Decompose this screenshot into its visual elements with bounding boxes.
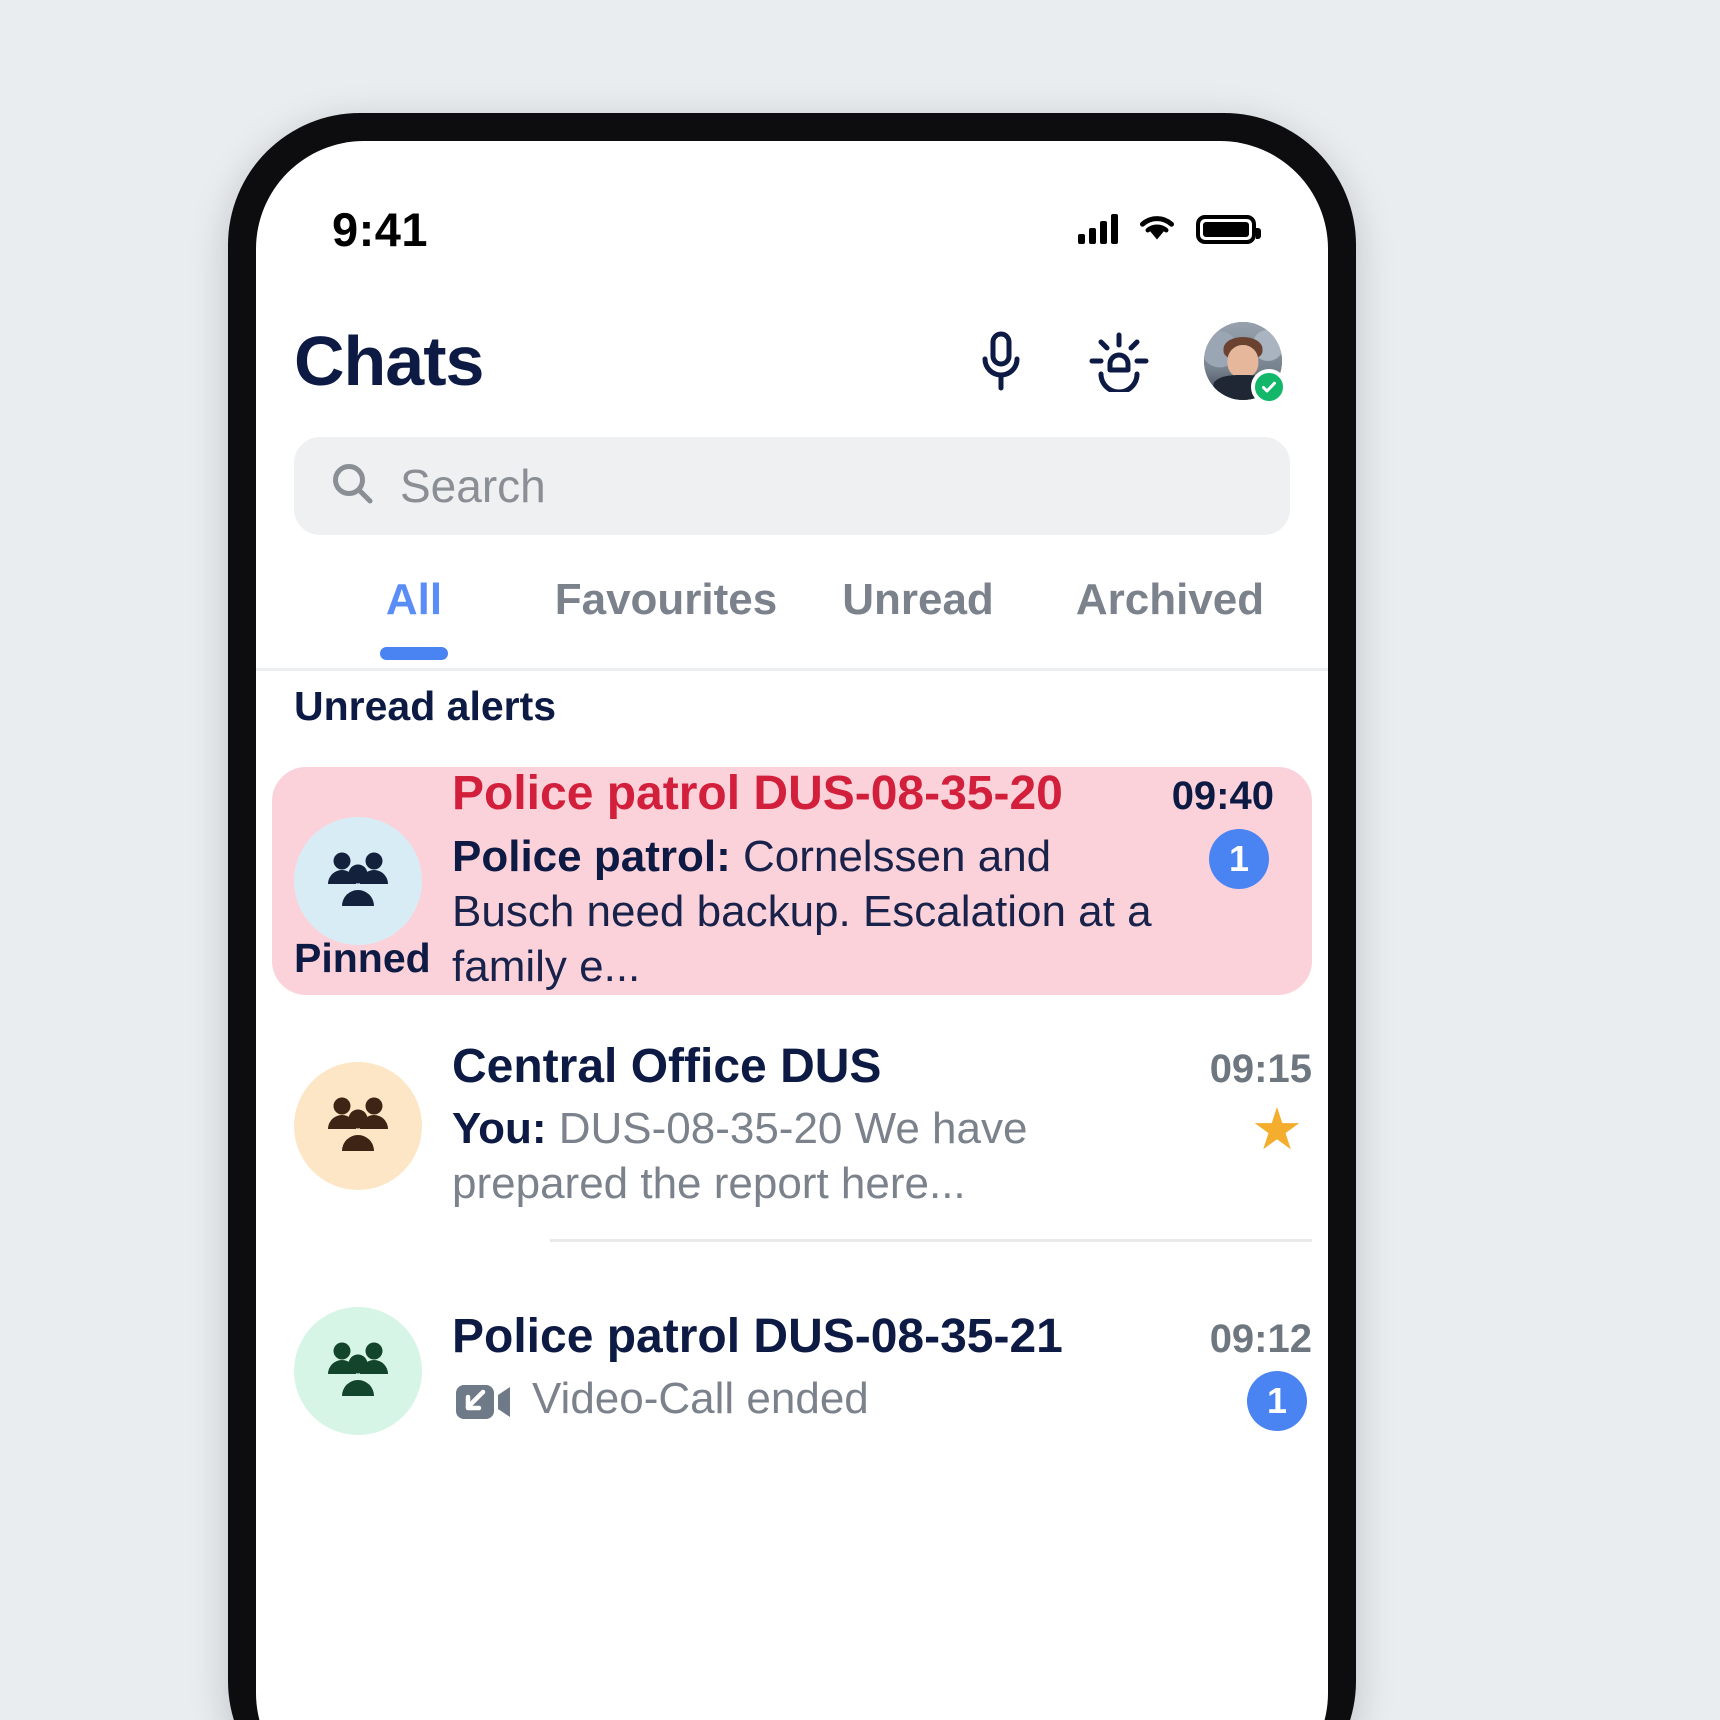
- screenshot-canvas: 9:41 Chats Search All Favourites Unread …: [0, 0, 1720, 1720]
- phone-screen: 9:41 Chats Search All Favourites Unread …: [256, 141, 1328, 1720]
- battery-full-icon: [1196, 214, 1261, 244]
- chat-name: Central Office DUS: [452, 1040, 882, 1093]
- tab-active-indicator: [380, 647, 448, 660]
- chat-preview-sender: You:: [452, 1104, 547, 1154]
- tab-all-label: All: [385, 575, 443, 624]
- chat-row-bottom: Video-Call ended 1: [452, 1371, 1312, 1432]
- tab-unread[interactable]: Unread: [792, 561, 1044, 660]
- group-people-icon: [294, 817, 422, 945]
- unread-badge: 1: [1247, 1371, 1307, 1432]
- app-header: Chats: [256, 301, 1328, 421]
- status-indicators: [1078, 211, 1261, 248]
- chat-row-bottom: You: DUS-08-35-20 We have prepared the r…: [452, 1101, 1312, 1211]
- chat-name: Police patrol DUS-08-35-21: [452, 1310, 1063, 1363]
- search-placeholder: Search: [400, 460, 546, 512]
- tabs-divider: [256, 668, 1328, 671]
- group-people-icon: [294, 1062, 422, 1190]
- chat-row-body: Central Office DUS 09:15 You: DUS-08-35-…: [452, 1041, 1312, 1212]
- chat-row-alert-meta: 1: [1204, 828, 1274, 889]
- group-people-icon: [294, 1307, 422, 1435]
- chat-row-alert-body: Police patrol DUS-08-35-20 09:40 Police …: [452, 768, 1274, 994]
- chat-filter-tabs: All Favourites Unread Archived: [256, 561, 1328, 671]
- microphone-icon[interactable]: [968, 328, 1034, 394]
- search-icon: [330, 461, 376, 512]
- profile-avatar[interactable]: [1204, 322, 1287, 405]
- page-title: Chats: [294, 322, 484, 400]
- chat-row-divider: [550, 1239, 1312, 1242]
- header-actions: [968, 322, 1287, 405]
- section-header-pinned: Pinned: [294, 935, 431, 981]
- star-icon: ★: [1251, 1097, 1303, 1163]
- chat-preview-sender: Police patrol:: [452, 831, 731, 881]
- chat-preview: Video-Call ended: [532, 1374, 869, 1424]
- check-circle-icon: [1251, 369, 1287, 405]
- status-time: 9:41: [332, 202, 429, 256]
- chat-row-central-office[interactable]: Central Office DUS 09:15 You: DUS-08-35-…: [294, 1021, 1312, 1231]
- chat-name: Police patrol DUS-08-35-20: [452, 768, 1063, 821]
- chat-row-police-patrol-21[interactable]: Police patrol DUS-08-35-21 09:12 Video-C…: [294, 1271, 1312, 1471]
- chat-row-top: Police patrol DUS-08-35-21 09:12: [452, 1311, 1312, 1364]
- video-call-ended-icon: [452, 1377, 514, 1427]
- tab-favourites-label: Favourites: [554, 575, 778, 624]
- alert-siren-icon[interactable]: [1086, 328, 1152, 394]
- tab-favourites[interactable]: Favourites: [540, 561, 792, 660]
- unread-badge: 1: [1209, 828, 1269, 889]
- chat-timestamp: 09:40: [1171, 774, 1274, 819]
- cellular-bars-icon: [1078, 214, 1118, 244]
- search-input[interactable]: Search: [294, 437, 1290, 535]
- chat-preview: You: DUS-08-35-20 We have prepared the r…: [452, 1101, 1214, 1211]
- chat-timestamp: 09:15: [1209, 1046, 1312, 1091]
- chat-row-alert-top: Police patrol DUS-08-35-20 09:40: [452, 768, 1274, 821]
- tab-unread-label: Unread: [842, 575, 994, 624]
- chat-row-alert-bottom: Police patrol: Cornelssen and Busch need…: [452, 828, 1274, 994]
- tab-all[interactable]: All: [288, 561, 540, 660]
- chat-row-meta: 1: [1242, 1371, 1312, 1432]
- tab-archived-label: Archived: [1075, 575, 1265, 624]
- chat-row-top: Central Office DUS 09:15: [452, 1041, 1312, 1094]
- chat-row-body: Police patrol DUS-08-35-21 09:12 Video-C…: [452, 1311, 1312, 1432]
- status-bar: 9:41: [256, 141, 1328, 271]
- chat-timestamp: 09:12: [1209, 1316, 1312, 1361]
- section-header-unread-alerts: Unread alerts: [294, 683, 557, 729]
- chat-row-meta: ★: [1242, 1101, 1312, 1159]
- chat-preview: Police patrol: Cornelssen and Busch need…: [452, 829, 1176, 994]
- wifi-icon: [1136, 211, 1178, 248]
- tab-archived[interactable]: Archived: [1044, 561, 1296, 660]
